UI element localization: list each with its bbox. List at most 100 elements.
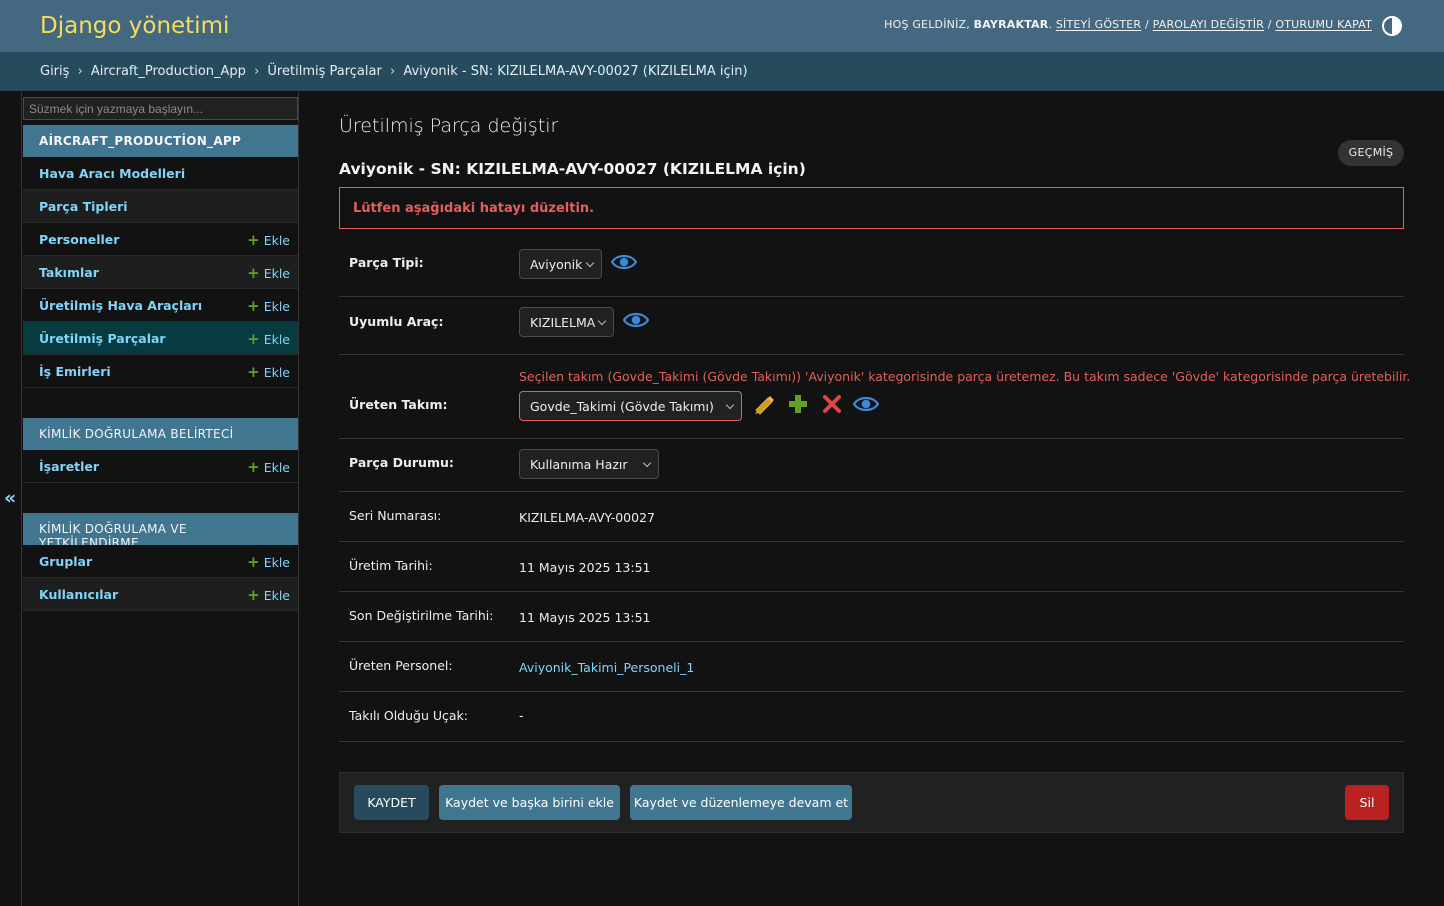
eye-icon[interactable]: [853, 393, 879, 415]
view-site-link[interactable]: SİTEYİ GÖSTER: [1056, 18, 1141, 31]
module-caption[interactable]: KİMLİK DOĞRULAMA BELİRTECİ: [23, 418, 298, 450]
sidebar-item-isaretler: İşaretler + Ekle: [23, 450, 298, 483]
add-link[interactable]: + Ekle: [247, 363, 290, 381]
sidebar-item-gruplar: Gruplar + Ekle: [23, 545, 298, 578]
ureten-takim-select[interactable]: Govde_Takimi (Gövde Takımı): [519, 391, 742, 421]
save-continue-button[interactable]: Kaydet ve düzenlemeye devam et: [630, 785, 852, 820]
plus-icon[interactable]: [785, 393, 811, 415]
parca-durumu-select[interactable]: Kullanıma Hazır: [519, 449, 659, 479]
eye-icon[interactable]: [623, 309, 649, 331]
add-link[interactable]: + Ekle: [247, 458, 290, 476]
sidebar-item-label[interactable]: Takımlar: [39, 265, 99, 280]
history-button[interactable]: GEÇMİŞ: [1338, 140, 1404, 166]
sidebar-item-label[interactable]: Personeller: [39, 232, 119, 247]
collapse-sidebar-icon[interactable]: «: [4, 487, 16, 509]
separator: /: [1144, 18, 1149, 31]
ureten-personel-link[interactable]: Aviyonik_Takimi_Personeli_1: [519, 660, 694, 675]
logout-link[interactable]: OTURUMU KAPAT: [1275, 18, 1372, 31]
username: BAYRAKTAR: [973, 18, 1049, 31]
delete-x-icon[interactable]: [819, 393, 845, 415]
sidebar-toggle[interactable]: «: [0, 91, 22, 906]
sidebar-item-label[interactable]: Üretilmiş Parçalar: [39, 331, 166, 346]
form-row-uyumlu-arac: Uyumlu Araç: KIZILELMA: [339, 297, 1404, 355]
readonly-value: 11 Mayıs 2025 13:51: [519, 560, 651, 575]
chevron-down-icon: [642, 458, 652, 468]
module-caption[interactable]: KİMLİK DOĞRULAMA VE YETKİLENDİRME: [23, 513, 298, 550]
plus-icon: +: [247, 363, 260, 381]
sidebar-item-label[interactable]: Kullanıcılar: [39, 587, 118, 602]
breadcrumb-separator: ›: [389, 64, 396, 79]
sidebar-item-label[interactable]: İşaretler: [39, 459, 99, 474]
module-caption[interactable]: AİRCRAFT_PRODUCTİON_APP: [23, 125, 298, 157]
field-label: Üretim Tarihi:: [349, 558, 433, 573]
sidebar-item-label[interactable]: İş Emirleri: [39, 364, 111, 379]
field-label: Parça Tipi:: [349, 255, 424, 270]
add-link[interactable]: + Ekle: [247, 586, 290, 604]
delete-button[interactable]: Sil: [1345, 785, 1389, 820]
add-link[interactable]: + Ekle: [247, 553, 290, 571]
readonly-value: KIZILELMA-AVY-00027: [519, 510, 655, 525]
form-row-parca-durumu: Parça Durumu: Kullanıma Hazır: [339, 439, 1404, 492]
app-module-auth: KİMLİK DOĞRULAMA VE YETKİLENDİRME Grupla…: [23, 513, 298, 611]
add-link[interactable]: + Ekle: [247, 330, 290, 348]
form-row-parca-tipi: Parça Tipi: Aviyonik: [339, 238, 1404, 297]
plus-icon: +: [247, 264, 260, 282]
field-label: Son Değiştirilme Tarihi:: [349, 608, 494, 623]
plus-icon: +: [247, 330, 260, 348]
plus-icon: +: [247, 586, 260, 604]
submit-row: KAYDET Kaydet ve başka birini ekle Kayde…: [339, 772, 1404, 833]
field-label: Üreten Personel:: [349, 658, 453, 673]
form-row-uretim-tarihi: Üretim Tarihi: 11 Mayıs 2025 13:51: [339, 542, 1404, 592]
field-label: Parça Durumu:: [349, 455, 454, 470]
sidebar-item-label[interactable]: Hava Aracı Modelleri: [39, 166, 185, 181]
sidebar-item-parca-tipleri: Parça Tipleri: [23, 190, 298, 223]
app-module-token-auth: KİMLİK DOĞRULAMA BELİRTECİ İşaretler + Ek…: [23, 418, 298, 483]
readonly-value: -: [519, 708, 524, 723]
sidebar-item-uretilmis-parcalar: Üretilmiş Parçalar + Ekle: [23, 322, 298, 355]
plus-icon: +: [247, 458, 260, 476]
separator: /: [1267, 18, 1272, 31]
select-value: Govde_Takimi (Gövde Takımı): [530, 399, 714, 414]
nav-sidebar: AİRCRAFT_PRODUCTİON_APP Hava Aracı Model…: [22, 91, 299, 906]
field-label: Takılı Olduğu Uçak:: [349, 708, 468, 723]
change-password-link[interactable]: PAROLAYI DEĞİŞTİR: [1153, 18, 1264, 31]
form-row-ureten-takim: Seçilen takım (Govde_Takimi (Gövde Takım…: [339, 355, 1410, 439]
error-note: Lütfen aşağıdaki hatayı düzeltin.: [339, 187, 1404, 229]
field-label: Üreten Takım:: [349, 397, 448, 412]
breadcrumb-app[interactable]: Aircraft_Production_App: [91, 64, 246, 79]
form-row-takili-oldugu-ucak: Takılı Olduğu Uçak: -: [339, 692, 1404, 742]
chevron-down-icon: [585, 258, 595, 268]
breadcrumb-model[interactable]: Üretilmiş Parçalar: [267, 64, 381, 79]
save-add-another-button[interactable]: Kaydet ve başka birini ekle: [439, 785, 620, 820]
field-error-text: Seçilen takım (Govde_Takimi (Gövde Takım…: [519, 369, 1411, 384]
sidebar-item-uretilmis-hava-araclari: Üretilmiş Hava Araçları + Ekle: [23, 289, 298, 322]
theme-toggle-icon[interactable]: [1382, 16, 1402, 36]
sidebar-item-label[interactable]: Gruplar: [39, 554, 92, 569]
parca-tipi-select[interactable]: Aviyonik: [519, 249, 602, 279]
breadcrumb: Giriş › Aircraft_Production_App › Üretil…: [0, 52, 1444, 91]
plus-icon: +: [247, 297, 260, 315]
sidebar-item-kullanicilar: Kullanıcılar + Ekle: [23, 578, 298, 611]
select-value: KIZILELMA: [530, 315, 596, 330]
plus-icon: +: [247, 553, 260, 571]
nav-filter-input[interactable]: [23, 97, 298, 120]
site-branding[interactable]: Django yönetimi: [40, 13, 229, 39]
add-link[interactable]: + Ekle: [247, 231, 290, 249]
page-title: Üretilmiş Parça değiştir: [339, 115, 559, 137]
add-link[interactable]: + Ekle: [247, 297, 290, 315]
add-link[interactable]: + Ekle: [247, 264, 290, 282]
sidebar-item-label[interactable]: Parça Tipleri: [39, 199, 128, 214]
chevron-down-icon: [725, 400, 735, 410]
breadcrumb-home[interactable]: Giriş: [40, 64, 69, 79]
sidebar-item-label[interactable]: Üretilmiş Hava Araçları: [39, 298, 202, 313]
welcome-text: HOŞ GELDİNİZ,: [884, 18, 970, 31]
pencil-icon[interactable]: [751, 393, 777, 415]
uyumlu-arac-select[interactable]: KIZILELMA: [519, 307, 614, 337]
field-label: Uyumlu Araç:: [349, 314, 444, 329]
sidebar-item-is-emirleri: İş Emirleri + Ekle: [23, 355, 298, 388]
eye-icon[interactable]: [611, 251, 637, 273]
save-button[interactable]: KAYDET: [354, 785, 429, 820]
select-value: Kullanıma Hazır: [530, 457, 628, 472]
readonly-value: 11 Mayıs 2025 13:51: [519, 610, 651, 625]
form-row-son-degistirilme: Son Değiştirilme Tarihi: 11 Mayıs 2025 1…: [339, 592, 1404, 642]
